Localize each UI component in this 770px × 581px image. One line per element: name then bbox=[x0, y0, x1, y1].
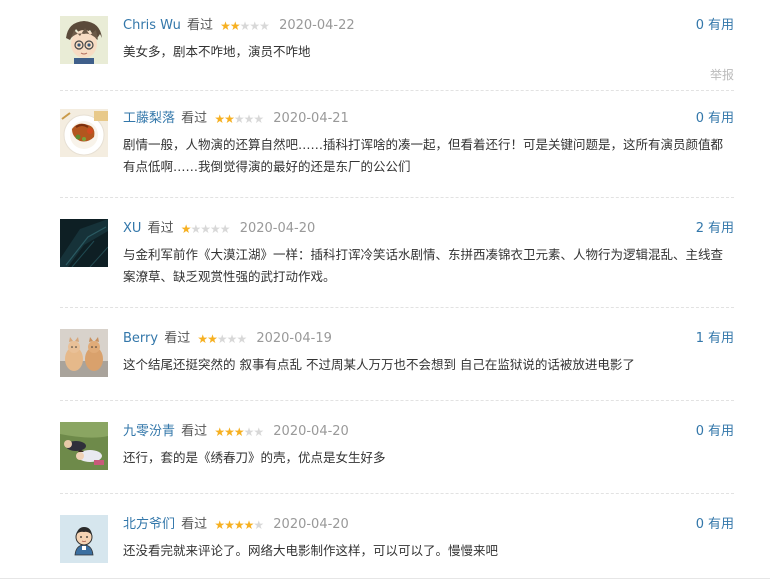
useful-count: 0 bbox=[695, 18, 704, 33]
watched-label: 看过 bbox=[181, 424, 208, 439]
star-filled-icon: ★ bbox=[224, 518, 235, 532]
star-filled-icon: ★ bbox=[243, 518, 255, 532]
review-header: Chris Wu 看过 ★★★★★ 2020-04-22 bbox=[123, 17, 355, 35]
username-link[interactable]: XU bbox=[123, 221, 141, 236]
review-header: 北方爷们 看过 ★★★★★ 2020-04-20 bbox=[123, 516, 349, 534]
useful-count: 1 bbox=[695, 331, 704, 346]
review-content: 与金利军前作《大漠江湖》一样：插科打诨冷笑话水剧情、东拼西凑锦衣卫元素、人物行为… bbox=[123, 247, 724, 284]
star-empty-icon: ★ bbox=[259, 19, 270, 33]
useful-vote[interactable]: 0 有用 bbox=[696, 516, 734, 534]
star-filled-icon: ★ bbox=[197, 332, 208, 346]
star-filled-icon: ★ bbox=[229, 19, 241, 33]
divider bbox=[60, 493, 734, 494]
star-filled-icon: ★ bbox=[207, 332, 218, 346]
divider bbox=[60, 400, 734, 401]
watched-label: 看过 bbox=[181, 517, 208, 532]
useful-button[interactable]: 有用 bbox=[708, 517, 734, 532]
star-empty-icon: ★ bbox=[190, 222, 201, 236]
food-plate-avatar-icon[interactable] bbox=[60, 109, 108, 157]
review-date: 2020-04-20 bbox=[273, 424, 349, 439]
review-date: 2020-04-21 bbox=[273, 111, 349, 126]
star-empty-icon: ★ bbox=[243, 425, 255, 439]
people-on-grass-avatar-icon[interactable] bbox=[60, 422, 108, 470]
star-filled-icon: ★ bbox=[224, 425, 235, 439]
star-empty-icon: ★ bbox=[200, 222, 211, 236]
useful-vote[interactable]: 0 有用 bbox=[696, 423, 734, 441]
username-link[interactable]: Berry bbox=[123, 331, 158, 346]
star-filled-icon: ★ bbox=[214, 112, 225, 126]
anime-character-avatar-icon[interactable] bbox=[60, 16, 108, 64]
watched-label: 看过 bbox=[186, 18, 213, 33]
star-empty-icon: ★ bbox=[253, 518, 264, 532]
useful-vote[interactable]: 1 有用 bbox=[696, 330, 734, 348]
star-empty-icon: ★ bbox=[243, 112, 255, 126]
watched-label: 看过 bbox=[164, 331, 191, 346]
useful-button[interactable]: 有用 bbox=[708, 424, 734, 439]
useful-button[interactable]: 有用 bbox=[708, 111, 734, 126]
star-empty-icon: ★ bbox=[253, 425, 264, 439]
useful-vote[interactable]: 0 有用 bbox=[696, 17, 734, 35]
useful-count: 0 bbox=[695, 517, 704, 532]
star-filled-icon: ★ bbox=[224, 112, 235, 126]
review-header: 工藤梨落 看过 ★★★★★ 2020-04-21 bbox=[123, 110, 349, 128]
star-empty-icon: ★ bbox=[236, 332, 247, 346]
star-empty-icon: ★ bbox=[219, 222, 231, 236]
useful-button[interactable]: 有用 bbox=[708, 221, 734, 236]
star-empty-icon: ★ bbox=[233, 112, 245, 126]
review-content: 还没看完就来评论了。网络大电影制作这样，可以可以了。慢慢来吧 bbox=[123, 543, 499, 558]
star-empty-icon: ★ bbox=[210, 222, 221, 236]
useful-count: 0 bbox=[695, 111, 704, 126]
review-content: 美女多，剧本不咋地，演员不咋地 bbox=[123, 44, 311, 59]
review-header: 九零汾青 看过 ★★★★★ 2020-04-20 bbox=[123, 423, 349, 441]
rating-stars: ★★★★★ bbox=[214, 516, 264, 534]
review-date: 2020-04-20 bbox=[239, 221, 316, 236]
username-link[interactable]: 工藤梨落 bbox=[123, 111, 175, 126]
star-filled-icon: ★ bbox=[214, 518, 225, 532]
review-date: 2020-04-20 bbox=[273, 517, 349, 532]
star-empty-icon: ★ bbox=[239, 19, 251, 33]
star-empty-icon: ★ bbox=[253, 112, 264, 126]
star-empty-icon: ★ bbox=[249, 19, 260, 33]
divider bbox=[60, 90, 734, 91]
rating-stars: ★★★★★ bbox=[197, 330, 247, 348]
watched-label: 看过 bbox=[181, 111, 208, 126]
username-link[interactable]: 北方爷们 bbox=[123, 517, 175, 532]
list-bottom-border bbox=[0, 578, 770, 579]
rating-stars: ★★★★★ bbox=[181, 220, 231, 238]
username-link[interactable]: 九零汾青 bbox=[123, 424, 175, 439]
star-filled-icon: ★ bbox=[220, 19, 231, 33]
review-header: XU 看过 ★★★★★ 2020-04-20 bbox=[123, 220, 315, 238]
dark-teal-avatar-icon[interactable] bbox=[60, 219, 108, 267]
star-filled-icon: ★ bbox=[233, 425, 245, 439]
divider bbox=[60, 197, 734, 198]
cats-avatar-icon[interactable] bbox=[60, 329, 108, 377]
rating-stars: ★★★★★ bbox=[214, 423, 264, 441]
star-filled-icon: ★ bbox=[233, 518, 245, 532]
useful-button[interactable]: 有用 bbox=[708, 18, 734, 33]
review-header: Berry 看过 ★★★★★ 2020-04-19 bbox=[123, 330, 332, 348]
rating-stars: ★★★★★ bbox=[220, 17, 270, 35]
review-content: 剧情一般，人物演的还算自然吧……插科打诨啥的凑一起，但看着还行！可是关键问题是，… bbox=[123, 137, 724, 174]
report-link[interactable]: 举报 bbox=[710, 66, 734, 83]
review-content: 还行，套的是《绣春刀》的壳，优点是女生好多 bbox=[123, 450, 386, 465]
review-date: 2020-04-22 bbox=[279, 18, 355, 33]
divider bbox=[60, 307, 734, 308]
review-content: 这个结尾还挺突然的 叙事有点乱 不过周某人万万也不会想到 自己在监狱说的话被放进… bbox=[123, 357, 635, 372]
rating-stars: ★★★★★ bbox=[214, 110, 264, 128]
useful-count: 2 bbox=[695, 221, 704, 236]
useful-count: 0 bbox=[695, 424, 704, 439]
cartoon-boy-avatar-icon[interactable] bbox=[60, 515, 108, 563]
useful-vote[interactable]: 2 有用 bbox=[696, 220, 734, 238]
star-empty-icon: ★ bbox=[226, 332, 238, 346]
review-date: 2020-04-19 bbox=[256, 331, 332, 346]
useful-button[interactable]: 有用 bbox=[708, 331, 734, 346]
useful-vote[interactable]: 0 有用 bbox=[696, 110, 734, 128]
star-filled-icon: ★ bbox=[214, 425, 225, 439]
star-empty-icon: ★ bbox=[216, 332, 228, 346]
watched-label: 看过 bbox=[147, 221, 174, 236]
username-link[interactable]: Chris Wu bbox=[123, 18, 181, 33]
